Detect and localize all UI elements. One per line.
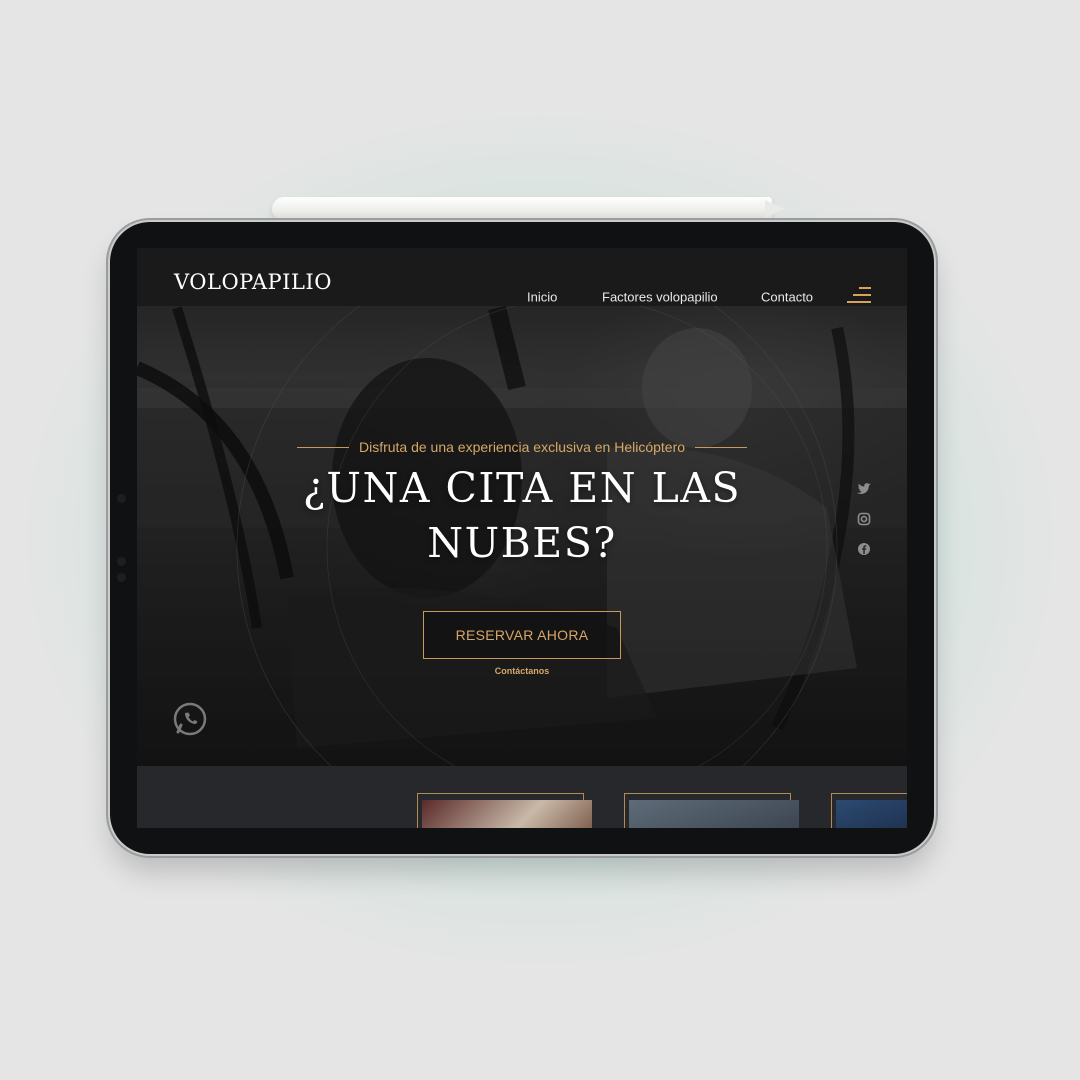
- hero-headline-line2: NUBES?: [427, 519, 617, 567]
- gallery-card[interactable]: [417, 793, 592, 828]
- hero-headline-line1: ¿UNA CITA EN LAS: [302, 464, 742, 512]
- decorative-line: [297, 446, 349, 448]
- hamburger-icon[interactable]: [845, 287, 871, 307]
- reservar-ahora-button[interactable]: RESERVAR AHORA: [423, 611, 621, 659]
- device-sensor: [117, 573, 126, 582]
- facebook-icon[interactable]: [856, 541, 872, 557]
- site-logo[interactable]: VOLOPAPILIO: [174, 270, 332, 294]
- instagram-icon[interactable]: [856, 511, 872, 527]
- nav-item-inicio[interactable]: Inicio: [527, 290, 557, 305]
- hero-subtitle-row: Disfruta de una experiencia exclusiva en…: [297, 437, 748, 457]
- gallery-card[interactable]: [624, 793, 799, 828]
- website-screen: VOLOPAPILIO Inicio Factores volopapilio …: [137, 248, 907, 828]
- apple-pencil: [272, 197, 772, 221]
- gallery-card[interactable]: [831, 793, 907, 828]
- nav-item-contacto[interactable]: Contacto: [761, 290, 813, 305]
- gallery-image: [629, 800, 799, 828]
- apple-pencil-tip: [765, 200, 785, 218]
- device-camera: [117, 494, 126, 503]
- contactanos-link[interactable]: Contáctanos: [477, 666, 567, 676]
- gallery-image: [836, 800, 907, 828]
- hero-headline: ¿UNA CITA EN LAS NUBES?: [222, 461, 822, 571]
- hero-subtitle: Disfruta de una experiencia exclusiva en…: [358, 439, 686, 455]
- nav-item-factores[interactable]: Factores volopapilio: [602, 290, 718, 305]
- device-sensor: [117, 557, 126, 566]
- gallery-image: [422, 800, 592, 828]
- whatsapp-icon[interactable]: [172, 701, 208, 737]
- decorative-line: [695, 446, 748, 448]
- twitter-icon[interactable]: [856, 481, 872, 497]
